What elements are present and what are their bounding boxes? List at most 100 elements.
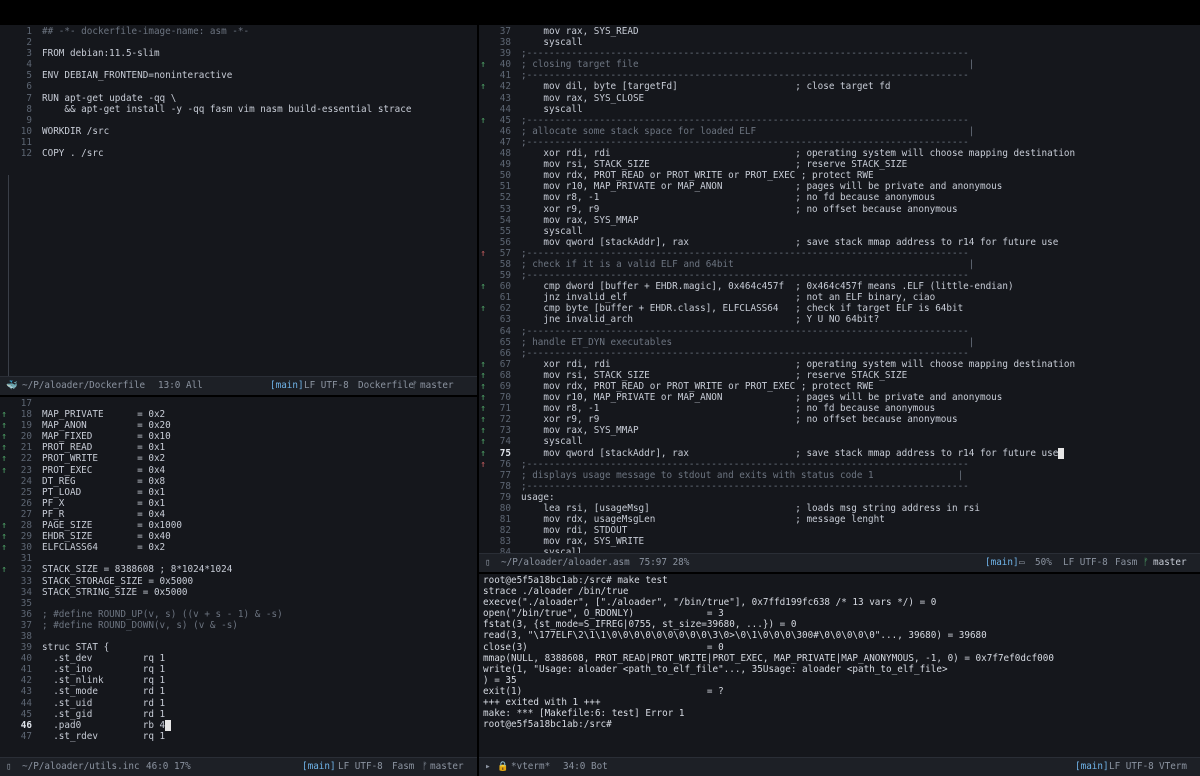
code-line[interactable]: ↑ 22 PROT_WRITE = 0x2 [0,453,477,464]
code-line[interactable]: 79 usage: [479,492,1200,503]
code-line[interactable]: ↑ 74 syscall [479,436,1200,447]
code-line[interactable]: 33 STACK_STORAGE_SIZE = 0x5000 [0,576,477,587]
code-line[interactable]: ↑ 40 ; closing target file | [479,59,1200,70]
code-line[interactable]: 53 xor r9, r9 ; no offset because anonym… [479,204,1200,215]
code-line[interactable]: 43 mov rax, SYS_CLOSE [479,93,1200,104]
code-line[interactable]: ↑ 75 mov qword [stackAddr], rax ; save st… [479,447,1200,459]
code-line[interactable]: 38 syscall [479,37,1200,48]
code-line[interactable]: ↑ 23 PROT_EXEC = 0x4 [0,465,477,476]
modeline-encoding[interactable]: LF UTF-8 [304,377,349,395]
code-line[interactable]: 66 ;-------------------------------------… [479,348,1200,359]
modeline-major-mode[interactable]: Fasm [392,758,414,776]
code-line[interactable]: 31 [0,553,477,564]
code-line[interactable]: 35 [0,598,477,609]
code-line[interactable]: 43 .st_mode rd 1 [0,686,477,697]
code-line[interactable]: 36 ; #define ROUND_UP(v, s) ((v + s - 1) … [0,609,477,620]
code-line[interactable]: 41 .st_ino rq 1 [0,664,477,675]
code-line[interactable]: 47 ;-------------------------------------… [479,137,1200,148]
code-line[interactable]: 49 mov rsi, STACK_SIZE ; reserve STACK_S… [479,159,1200,170]
code-line[interactable]: 50 mov rdx, PROT_READ or PROT_WRITE or P… [479,170,1200,181]
code-line[interactable]: ↑ 71 mov r8, -1 ; no fd because anonymous [479,403,1200,414]
modeline-vc-branch[interactable]: master [430,758,464,776]
code-line[interactable]: 58 ; check if it is a valid ELF and 64bit… [479,259,1200,270]
code-line[interactable]: 27 PF_R = 0x4 [0,509,477,520]
dockerfile-pane[interactable]: 1 ## -*- dockerfile-image-name: asm -*- 2… [0,25,477,395]
modeline-buffer[interactable]: *vterm* [511,758,550,776]
utils-editor[interactable]: 17 ↑ 18 MAP_PRIVATE = 0x2 ↑ 19 MAP_ANON = 0x20… [0,397,477,758]
code-line[interactable]: 45 .st_gid rd 1 [0,709,477,720]
asm-pane[interactable]: 37 mov rax, SYS_READ 38 syscall 39 ;-----… [479,25,1200,572]
code-line[interactable]: 25 PT_LOAD = 0x1 [0,487,477,498]
asm-editor[interactable]: 37 mov rax, SYS_READ 38 syscall 39 ;-----… [479,25,1200,554]
modeline-major-mode[interactable]: Fasm [1115,554,1137,572]
code-line[interactable]: ↑ 45 ;------------------------------------… [479,115,1200,126]
code-line[interactable]: 77 ; displays usage message to stdout and… [479,470,1200,481]
code-line[interactable]: 11 [0,137,477,148]
code-line[interactable]: ↑ 42 mov dil, byte [targetFd] ; close tar… [479,81,1200,92]
code-line[interactable]: 37 mov rax, SYS_READ [479,26,1200,37]
code-line[interactable]: 3 FROM debian:11.5-slim [0,48,477,59]
code-line[interactable]: 82 mov rdi, STDOUT [479,525,1200,536]
code-line[interactable]: 78 ;-------------------------------------… [479,481,1200,492]
code-line[interactable]: ↑ 57 ;------------------------------------… [479,248,1200,259]
code-line[interactable]: 46 ; allocate some stack space for loaded… [479,126,1200,137]
code-line[interactable]: 65 ; handle ET_DYN executables | [479,337,1200,348]
code-line[interactable]: 5 ENV DEBIAN_FRONTEND=noninteractive [0,70,477,81]
code-line[interactable]: ↑ 29 EHDR_SIZE = 0x40 [0,531,477,542]
code-line[interactable]: 61 jnz invalid_elf ; not an ELF binary, … [479,292,1200,303]
code-line[interactable]: 63 jne invalid_arch ; Y U NO 64bit? [479,314,1200,325]
code-line[interactable]: 46 .pad0 rb 4 [0,719,477,731]
code-line[interactable]: 48 xor rdi, rdi ; operating system will … [479,148,1200,159]
code-line[interactable]: 8 && apt-get install -y -qq fasm vim nas… [0,104,477,115]
code-line[interactable]: 34 STACK_STRING_SIZE = 0x5000 [0,587,477,598]
code-line[interactable]: 39 struc STAT { [0,642,477,653]
modeline-path[interactable]: ~/P/aloader/aloader.asm [501,554,630,572]
code-line[interactable]: 2 [0,37,477,48]
code-line[interactable]: 41 ;-------------------------------------… [479,70,1200,81]
code-line[interactable]: 26 PF_X = 0x1 [0,498,477,509]
code-line[interactable]: 83 mov rax, SYS_WRITE [479,536,1200,547]
code-line[interactable]: 39 ;-------------------------------------… [479,48,1200,59]
code-line[interactable]: 56 mov qword [stackAddr], rax ; save sta… [479,237,1200,248]
code-line[interactable]: 38 [0,631,477,642]
code-line[interactable]: ↑ 76 ;------------------------------------… [479,459,1200,470]
code-line[interactable]: 51 mov r10, MAP_PRIVATE or MAP_ANON ; pa… [479,181,1200,192]
code-line[interactable]: 37 ; #define ROUND_DOWN(v, s) (v & -s) [0,620,477,631]
code-line[interactable]: 44 .st_uid rd 1 [0,698,477,709]
code-line[interactable]: 1 ## -*- dockerfile-image-name: asm -*- [0,26,477,37]
code-line[interactable]: 55 syscall [479,226,1200,237]
modeline-encoding[interactable]: LF UTF-8 [338,758,383,776]
code-line[interactable]: ↑ 72 xor r9, r9 ; no offset because anony… [479,414,1200,425]
utils-pane[interactable]: 17 ↑ 18 MAP_PRIVATE = 0x2 ↑ 19 MAP_ANON = 0x20… [0,397,477,776]
code-line[interactable]: ↑ 67 xor rdi, rdi ; operating system will… [479,359,1200,370]
code-line[interactable]: 80 lea rsi, [usageMsg] ; loads msg strin… [479,503,1200,514]
code-line[interactable]: ↑ 30 ELFCLASS64 = 0x2 [0,542,477,553]
code-line[interactable]: 54 mov rax, SYS_MMAP [479,215,1200,226]
code-line[interactable]: ↑ 18 MAP_PRIVATE = 0x2 [0,409,477,420]
code-line[interactable]: ↑ 70 mov r10, MAP_PRIVATE or MAP_ANON ; p… [479,392,1200,403]
code-line[interactable]: ↑ 21 PROT_READ = 0x1 [0,442,477,453]
dockerfile-editor[interactable]: 1 ## -*- dockerfile-image-name: asm -*- 2… [0,25,477,377]
code-line[interactable]: 44 syscall [479,104,1200,115]
code-line[interactable]: 42 .st_nlink rq 1 [0,675,477,686]
modeline-encoding[interactable]: LF UTF-8 [1063,554,1108,572]
code-line[interactable]: 81 mov rdx, usageMsgLen ; message lenght [479,514,1200,525]
code-line[interactable]: ↑ 32 STACK_SIZE = 8388608 ; 8*1024*1024 [0,564,477,575]
code-line[interactable]: 52 mov r8, -1 ; no fd because anonymous [479,192,1200,203]
code-line[interactable]: 10 WORKDIR /src [0,126,477,137]
code-line[interactable]: ↑ 69 mov rdx, PROT_READ or PROT_WRITE or … [479,381,1200,392]
code-line[interactable]: 59 ;-------------------------------------… [479,270,1200,281]
code-line[interactable]: 6 [0,81,477,92]
code-line[interactable]: 64 ;-------------------------------------… [479,326,1200,337]
code-line[interactable]: ↑ 68 mov rsi, STACK_SIZE ; reserve STACK_… [479,370,1200,381]
modeline-major-mode[interactable]: Dockerfile [358,377,414,395]
code-line[interactable]: ↑ 28 PAGE_SIZE = 0x1000 [0,520,477,531]
modeline-path[interactable]: ~/P/aloader/utils.inc [22,758,140,776]
vterm-terminal[interactable]: root@e5f5a18bc1ab:/src# make test strace … [479,574,1200,758]
code-line[interactable]: 9 [0,115,477,126]
code-line[interactable]: 17 [0,398,477,409]
modeline-path[interactable]: ~/P/aloader/Dockerfile [22,377,145,395]
vterm-pane[interactable]: root@e5f5a18bc1ab:/src# make test strace … [479,574,1200,776]
modeline-vc-branch[interactable]: master [1153,554,1187,572]
modeline-major-mode[interactable]: VTerm [1159,758,1187,776]
